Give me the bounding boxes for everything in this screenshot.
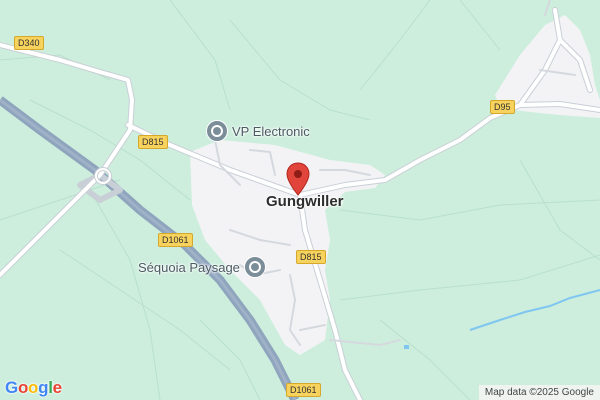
poi-sequoia-paysage[interactable]: Séquoia Paysage bbox=[138, 256, 266, 278]
road-label-d815-west: D815 bbox=[138, 135, 168, 149]
business-pin-icon bbox=[243, 256, 266, 278]
road-label-d1061-lower: D1061 bbox=[286, 383, 321, 397]
road-label-d815-south: D815 bbox=[296, 250, 326, 264]
poi-vp-electronic[interactable]: VP Electronic bbox=[206, 120, 310, 142]
road-label-d95: D95 bbox=[490, 100, 515, 114]
road-label-d1061-upper: D1061 bbox=[158, 233, 193, 247]
business-pin-icon bbox=[206, 120, 228, 142]
poi-label-vp-electronic: VP Electronic bbox=[232, 123, 310, 139]
map-attribution[interactable]: Map data ©2025 Google bbox=[478, 385, 600, 400]
poi-label-sequoia-paysage: Séquoia Paysage bbox=[138, 259, 240, 275]
map-canvas[interactable]: D340 D815 D95 D1061 D815 D1061 VP Electr… bbox=[0, 0, 600, 400]
stream bbox=[469, 289, 600, 331]
location-marker-icon[interactable] bbox=[286, 162, 310, 196]
road-label-d340: D340 bbox=[14, 36, 44, 50]
google-logo[interactable]: Google bbox=[5, 378, 62, 398]
